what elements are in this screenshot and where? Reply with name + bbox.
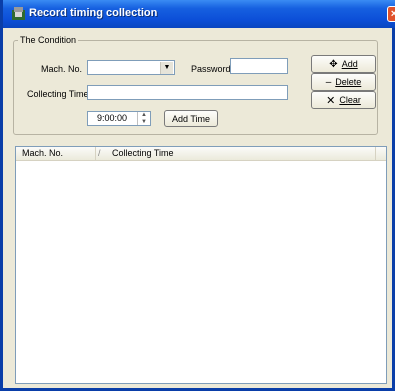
list-header: Mach. No. / Collecting Time (16, 147, 386, 161)
chevron-down-icon[interactable]: ▼ (160, 62, 173, 74)
add-button[interactable]: ✥ Add (311, 55, 376, 73)
time-spinner[interactable]: ▲ ▼ (137, 112, 150, 125)
time-value: 9:00:00 (97, 113, 128, 123)
close-button[interactable]: × (387, 6, 395, 22)
column-header-mach-no[interactable]: Mach. No. (16, 147, 96, 160)
clear-button[interactable]: ✕ Clear (311, 91, 376, 109)
column-header-collecting-time[interactable]: Collecting Time (106, 147, 376, 160)
app-icon (12, 7, 25, 20)
mach-no-label: Mach. No. (41, 64, 83, 74)
add-button-label: Add (341, 59, 358, 69)
add-time-button[interactable]: Add Time (164, 110, 218, 127)
time-picker[interactable]: 9:00:00 ▲ ▼ (87, 111, 151, 126)
mach-no-combobox[interactable]: ▼ (87, 60, 175, 75)
clear-icon: ✕ (326, 94, 336, 107)
window-title: Record timing collection (29, 7, 158, 19)
password-field[interactable] (230, 58, 288, 74)
delete-button-label: Delete (335, 77, 362, 87)
record-timing-window: Record timing collection × The Condition… (0, 0, 395, 391)
delete-button[interactable]: – Delete (311, 73, 376, 91)
add-icon: ✥ (329, 58, 338, 70)
condition-legend: The Condition (18, 35, 79, 45)
add-time-label: Add Time (171, 113, 211, 124)
sort-divider-icon: / (98, 148, 101, 158)
spin-down-icon[interactable]: ▼ (138, 119, 150, 126)
minus-icon: – (325, 76, 332, 88)
title-bar[interactable]: Record timing collection (3, 0, 395, 28)
password-label: Password (191, 64, 231, 74)
clear-button-label: Clear (339, 95, 361, 105)
records-listview[interactable]: Mach. No. / Collecting Time (15, 146, 387, 384)
collecting-time-label: Collecting Time (27, 89, 89, 99)
collecting-time-field[interactable] (87, 85, 288, 100)
